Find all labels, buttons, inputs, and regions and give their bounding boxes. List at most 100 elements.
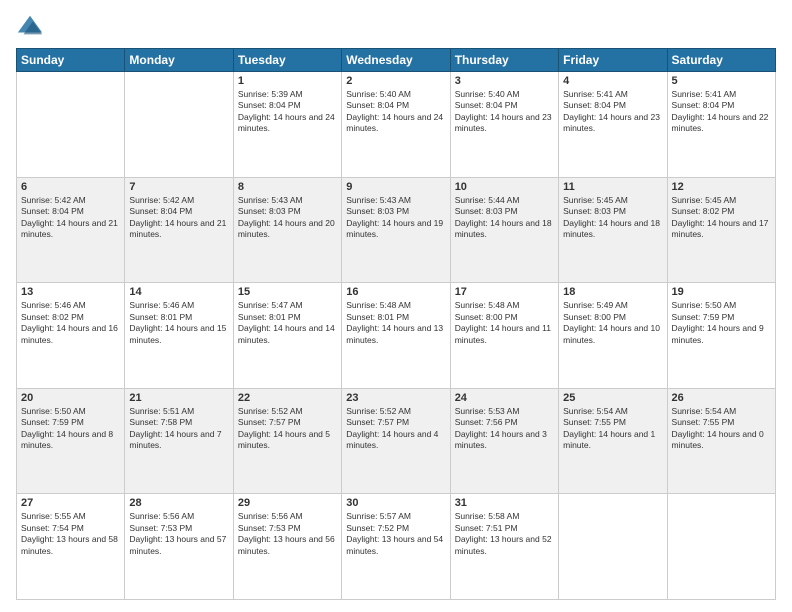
calendar-cell: 17 Sunrise: 5:48 AMSunset: 8:00 PMDayligh… — [450, 283, 558, 389]
day-number: 5 — [672, 75, 771, 87]
day-number: 20 — [21, 392, 120, 404]
day-info: Sunrise: 5:58 AMSunset: 7:51 PMDaylight:… — [455, 511, 554, 557]
day-number: 12 — [672, 181, 771, 193]
day-info: Sunrise: 5:40 AMSunset: 8:04 PMDaylight:… — [455, 89, 554, 135]
day-number: 7 — [129, 181, 228, 193]
day-info: Sunrise: 5:50 AMSunset: 7:59 PMDaylight:… — [672, 300, 771, 346]
day-info: Sunrise: 5:47 AMSunset: 8:01 PMDaylight:… — [238, 300, 337, 346]
day-number: 19 — [672, 286, 771, 298]
calendar-cell: 21 Sunrise: 5:51 AMSunset: 7:58 PMDayligh… — [125, 388, 233, 494]
calendar-cell: 25Sunrise: 5:54 AMSunset: 7:55 PMDayligh… — [559, 388, 667, 494]
day-number: 31 — [455, 497, 554, 509]
page: SundayMondayTuesdayWednesdayThursdayFrid… — [0, 0, 792, 612]
day-number: 22 — [238, 392, 337, 404]
calendar-cell — [125, 72, 233, 178]
calendar-week-4: 20 Sunrise: 5:50 AMSunset: 7:59 PMDayligh… — [17, 388, 776, 494]
day-info: Sunrise: 5:44 AMSunset: 8:03 PMDaylight:… — [455, 195, 554, 241]
day-number: 11 — [563, 181, 662, 193]
calendar-cell: 29 Sunrise: 5:56 AMSunset: 7:53 PMDayligh… — [233, 494, 341, 600]
calendar-cell: 24 Sunrise: 5:53 AMSunset: 7:56 PMDayligh… — [450, 388, 558, 494]
day-info: Sunrise: 5:45 AMSunset: 8:02 PMDaylight:… — [672, 195, 771, 241]
calendar-cell: 2Sunrise: 5:40 AMSunset: 8:04 PMDaylight… — [342, 72, 450, 178]
day-info: Sunrise: 5:52 AMSunset: 7:57 PMDaylight:… — [346, 406, 445, 452]
calendar-cell: 16 Sunrise: 5:48 AMSunset: 8:01 PMDayligh… — [342, 283, 450, 389]
calendar-cell: 12 Sunrise: 5:45 AMSunset: 8:02 PMDayligh… — [667, 177, 775, 283]
day-info: Sunrise: 5:39 AMSunset: 8:04 PMDaylight:… — [238, 89, 337, 135]
calendar-cell — [17, 72, 125, 178]
calendar-header-monday: Monday — [125, 49, 233, 72]
calendar-cell — [559, 494, 667, 600]
logo — [16, 12, 48, 40]
day-info: Sunrise: 5:56 AMSunset: 7:53 PMDaylight:… — [129, 511, 228, 557]
day-number: 8 — [238, 181, 337, 193]
day-info: Sunrise: 5:40 AMSunset: 8:04 PMDaylight:… — [346, 89, 445, 135]
calendar-header-tuesday: Tuesday — [233, 49, 341, 72]
day-number: 23 — [346, 392, 445, 404]
calendar-cell: 18 Sunrise: 5:49 AMSunset: 8:00 PMDayligh… — [559, 283, 667, 389]
day-info: Sunrise: 5:54 AMSunset: 7:55 PMDaylight:… — [672, 406, 771, 452]
calendar-header-wednesday: Wednesday — [342, 49, 450, 72]
day-info: Sunrise: 5:46 AMSunset: 8:02 PMDaylight:… — [21, 300, 120, 346]
day-info: Sunrise: 5:51 AMSunset: 7:58 PMDaylight:… — [129, 406, 228, 452]
day-info: Sunrise: 5:43 AMSunset: 8:03 PMDaylight:… — [346, 195, 445, 241]
calendar-header-row: SundayMondayTuesdayWednesdayThursdayFrid… — [17, 49, 776, 72]
calendar-cell: 4 Sunrise: 5:41 AMSunset: 8:04 PMDaylight… — [559, 72, 667, 178]
day-number: 16 — [346, 286, 445, 298]
day-info: Sunrise: 5:41 AMSunset: 8:04 PMDaylight:… — [672, 89, 771, 135]
calendar-cell: 9 Sunrise: 5:43 AMSunset: 8:03 PMDaylight… — [342, 177, 450, 283]
calendar-cell — [667, 494, 775, 600]
day-number: 29 — [238, 497, 337, 509]
day-info: Sunrise: 5:41 AMSunset: 8:04 PMDaylight:… — [563, 89, 662, 135]
day-info: Sunrise: 5:53 AMSunset: 7:56 PMDaylight:… — [455, 406, 554, 452]
calendar-cell: 10 Sunrise: 5:44 AMSunset: 8:03 PMDayligh… — [450, 177, 558, 283]
day-number: 26 — [672, 392, 771, 404]
day-info: Sunrise: 5:49 AMSunset: 8:00 PMDaylight:… — [563, 300, 662, 346]
day-number: 13 — [21, 286, 120, 298]
calendar-week-5: 27Sunrise: 5:55 AMSunset: 7:54 PMDayligh… — [17, 494, 776, 600]
calendar-cell: 13 Sunrise: 5:46 AMSunset: 8:02 PMDayligh… — [17, 283, 125, 389]
calendar-week-2: 6 Sunrise: 5:42 AMSunset: 8:04 PMDaylight… — [17, 177, 776, 283]
day-number: 14 — [129, 286, 228, 298]
calendar-cell: 14 Sunrise: 5:46 AMSunset: 8:01 PMDayligh… — [125, 283, 233, 389]
day-number: 15 — [238, 286, 337, 298]
calendar-header-friday: Friday — [559, 49, 667, 72]
calendar-header-saturday: Saturday — [667, 49, 775, 72]
day-info: Sunrise: 5:43 AMSunset: 8:03 PMDaylight:… — [238, 195, 337, 241]
calendar-week-1: 1 Sunrise: 5:39 AMSunset: 8:04 PMDaylight… — [17, 72, 776, 178]
day-info: Sunrise: 5:42 AMSunset: 8:04 PMDaylight:… — [129, 195, 228, 241]
day-number: 21 — [129, 392, 228, 404]
calendar-cell: 11 Sunrise: 5:45 AMSunset: 8:03 PMDayligh… — [559, 177, 667, 283]
calendar-cell: 6Sunrise: 5:42 AMSunset: 8:04 PMDaylight… — [17, 177, 125, 283]
calendar-week-3: 13 Sunrise: 5:46 AMSunset: 8:02 PMDayligh… — [17, 283, 776, 389]
day-info: Sunrise: 5:52 AMSunset: 7:57 PMDaylight:… — [238, 406, 337, 452]
day-info: Sunrise: 5:48 AMSunset: 8:01 PMDaylight:… — [346, 300, 445, 346]
calendar: SundayMondayTuesdayWednesdayThursdayFrid… — [16, 48, 776, 600]
day-info: Sunrise: 5:56 AMSunset: 7:53 PMDaylight:… — [238, 511, 337, 557]
calendar-cell: 3 Sunrise: 5:40 AMSunset: 8:04 PMDaylight… — [450, 72, 558, 178]
day-info: Sunrise: 5:50 AMSunset: 7:59 PMDaylight:… — [21, 406, 120, 452]
day-number: 1 — [238, 75, 337, 87]
calendar-cell: 26 Sunrise: 5:54 AMSunset: 7:55 PMDayligh… — [667, 388, 775, 494]
day-info: Sunrise: 5:54 AMSunset: 7:55 PMDaylight:… — [563, 406, 662, 452]
header — [16, 12, 776, 40]
day-number: 4 — [563, 75, 662, 87]
calendar-cell: 20 Sunrise: 5:50 AMSunset: 7:59 PMDayligh… — [17, 388, 125, 494]
day-number: 10 — [455, 181, 554, 193]
day-number: 3 — [455, 75, 554, 87]
day-number: 9 — [346, 181, 445, 193]
calendar-cell: 23 Sunrise: 5:52 AMSunset: 7:57 PMDayligh… — [342, 388, 450, 494]
day-info: Sunrise: 5:55 AMSunset: 7:54 PMDaylight:… — [21, 511, 120, 557]
day-info: Sunrise: 5:48 AMSunset: 8:00 PMDaylight:… — [455, 300, 554, 346]
calendar-header-sunday: Sunday — [17, 49, 125, 72]
day-number: 17 — [455, 286, 554, 298]
logo-icon — [16, 12, 44, 40]
calendar-cell: 30Sunrise: 5:57 AMSunset: 7:52 PMDayligh… — [342, 494, 450, 600]
day-info: Sunrise: 5:45 AMSunset: 8:03 PMDaylight:… — [563, 195, 662, 241]
day-info: Sunrise: 5:46 AMSunset: 8:01 PMDaylight:… — [129, 300, 228, 346]
calendar-cell: 19 Sunrise: 5:50 AMSunset: 7:59 PMDayligh… — [667, 283, 775, 389]
day-number: 24 — [455, 392, 554, 404]
calendar-cell: 31 Sunrise: 5:58 AMSunset: 7:51 PMDayligh… — [450, 494, 558, 600]
day-number: 6 — [21, 181, 120, 193]
day-number: 28 — [129, 497, 228, 509]
day-number: 18 — [563, 286, 662, 298]
